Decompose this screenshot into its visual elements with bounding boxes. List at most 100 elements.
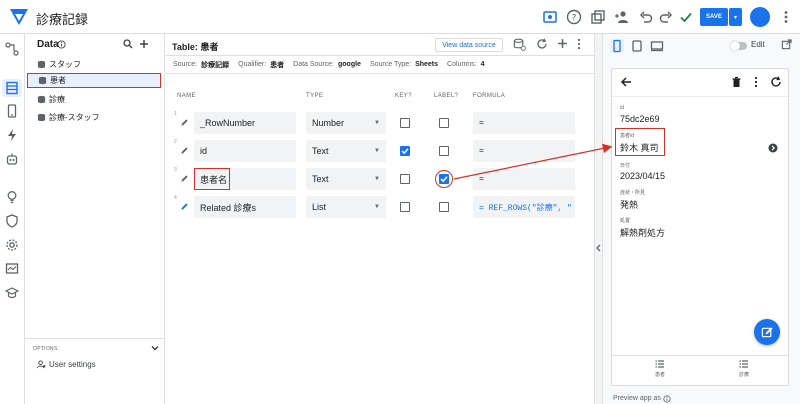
- formula-field[interactable]: =: [473, 168, 575, 190]
- patient-highlight-box: [615, 128, 665, 156]
- formula-value: =: [479, 174, 484, 184]
- info-icon[interactable]: [57, 40, 66, 49]
- table-title: Table: 患者: [172, 42, 219, 52]
- table-db-icon: [37, 95, 46, 104]
- meta-source: 診療記録: [201, 61, 230, 69]
- data-item-consult[interactable]: 診療: [27, 92, 161, 107]
- info-icon[interactable]: [663, 395, 671, 403]
- col-header-label: LABEL?: [434, 93, 459, 99]
- regenerate-db-icon[interactable]: [513, 38, 526, 51]
- view-data-source-button[interactable]: View data source: [435, 38, 503, 52]
- formula-value: =: [479, 118, 484, 128]
- formula-field[interactable]: = REF_ROWS("診療", ": [473, 196, 575, 218]
- column-type-value: Text: [312, 174, 329, 184]
- automation-icon[interactable]: [5, 42, 19, 56]
- column-type-select[interactable]: Text ▼: [306, 140, 386, 162]
- formula-field[interactable]: =: [473, 140, 575, 162]
- key-checkbox[interactable]: [400, 118, 410, 128]
- chevron-down-icon: ▼: [374, 148, 380, 154]
- user-settings-link[interactable]: User settings: [49, 360, 96, 369]
- undo-icon[interactable]: [638, 9, 654, 25]
- phone-more-icon[interactable]: [752, 76, 760, 88]
- table-db-icon: [37, 113, 46, 122]
- copy-app-icon[interactable]: [590, 9, 606, 25]
- label-checkbox[interactable]: [439, 202, 449, 212]
- intelligence-bulb-icon[interactable]: [5, 190, 19, 204]
- label-highlight-circle: [435, 170, 453, 188]
- column-name-field[interactable]: _RowNumber: [194, 112, 296, 134]
- column-type-select[interactable]: List ▼: [306, 196, 386, 218]
- column-name-value: Related 診療s: [200, 202, 257, 213]
- label-checkbox[interactable]: [439, 146, 449, 156]
- chevron-right-circle-icon[interactable]: [768, 143, 778, 153]
- data-item-staff[interactable]: スタッフ: [27, 57, 161, 72]
- col-header-name: NAME: [177, 93, 196, 99]
- add-column-icon[interactable]: [557, 38, 568, 49]
- add-table-icon[interactable]: [139, 39, 149, 49]
- data-item-consult-staff[interactable]: 診療-スタッフ: [27, 110, 161, 125]
- edit-pencil-icon[interactable]: [180, 146, 189, 155]
- column-type-value: Text: [312, 146, 329, 156]
- nav-item-consult[interactable]: 診療: [714, 359, 774, 378]
- column-type-value: Number: [312, 118, 345, 128]
- search-icon[interactable]: [123, 39, 133, 49]
- data-item-label: スタッフ: [49, 60, 81, 69]
- column-type-select[interactable]: Number ▼: [306, 112, 386, 134]
- save-dropdown-button[interactable]: ▾: [729, 8, 742, 26]
- meta-datasource: google: [338, 61, 361, 68]
- detail-field-value: 75dc2e69: [620, 114, 660, 124]
- redo-icon[interactable]: [658, 9, 674, 25]
- data-item-label: 患者: [50, 76, 66, 85]
- more-vert-icon[interactable]: [778, 9, 794, 25]
- meta-columns: 4: [480, 61, 485, 68]
- edit-pencil-icon[interactable]: [180, 202, 189, 211]
- data-panel-title: Data: [37, 39, 59, 50]
- tablet-device-icon[interactable]: [630, 39, 644, 53]
- phone-device-icon[interactable]: [610, 39, 624, 53]
- data-item-patient[interactable]: 患者: [27, 73, 161, 88]
- key-checkbox[interactable]: [400, 202, 410, 212]
- settings-gear-icon[interactable]: [5, 238, 19, 252]
- monitor-chart-icon[interactable]: [5, 262, 19, 276]
- collapse-chevron-icon[interactable]: [595, 244, 602, 252]
- edit-pencil-icon[interactable]: [180, 118, 189, 127]
- preview-window-icon[interactable]: [542, 9, 558, 25]
- data-item-label: 診療-スタッフ: [49, 113, 100, 122]
- key-checkbox[interactable]: [400, 146, 410, 156]
- back-arrow-icon[interactable]: [620, 76, 632, 88]
- help-icon[interactable]: ?: [566, 9, 582, 25]
- name-highlight-box: [194, 168, 230, 190]
- phone-refresh-icon[interactable]: [770, 76, 782, 88]
- share-user-icon[interactable]: [614, 9, 630, 25]
- column-type-select[interactable]: Text ▼: [306, 168, 386, 190]
- column-name-field[interactable]: Related 診療s: [194, 196, 296, 218]
- delete-trash-icon[interactable]: [731, 76, 742, 88]
- data-table-icon[interactable]: [5, 81, 19, 95]
- refresh-icon[interactable]: [536, 38, 548, 50]
- edit-toggle[interactable]: [730, 41, 747, 51]
- table-more-icon[interactable]: [575, 38, 583, 50]
- views-phone-icon[interactable]: [5, 104, 19, 118]
- edit-pencil-icon[interactable]: [180, 174, 189, 183]
- security-shield-icon[interactable]: [5, 214, 19, 228]
- learn-cap-icon[interactable]: [5, 286, 19, 300]
- bots-icon[interactable]: [5, 152, 19, 166]
- panel-splitter[interactable]: [594, 34, 603, 404]
- chevron-down-icon[interactable]: [151, 344, 159, 352]
- col-header-formula: FORMULA: [473, 93, 506, 99]
- actions-bolt-icon[interactable]: [5, 128, 19, 142]
- formula-field[interactable]: =: [473, 112, 575, 134]
- label-checkbox[interactable]: [439, 118, 449, 128]
- save-button[interactable]: SAVE: [700, 8, 728, 26]
- column-name-field[interactable]: id: [194, 140, 296, 162]
- check-icon[interactable]: [678, 9, 694, 25]
- avatar[interactable]: [750, 7, 770, 27]
- open-new-window-icon[interactable]: [781, 39, 792, 50]
- nav-item-patient[interactable]: 患者: [630, 359, 690, 378]
- edit-fab-button[interactable]: [754, 319, 780, 345]
- desktop-device-icon[interactable]: [650, 39, 664, 53]
- user-settings-icon: [37, 360, 46, 369]
- preview-app-as-label: Preview app as: [613, 395, 661, 402]
- appsheet-logo-icon[interactable]: [9, 8, 29, 26]
- key-checkbox[interactable]: [400, 174, 410, 184]
